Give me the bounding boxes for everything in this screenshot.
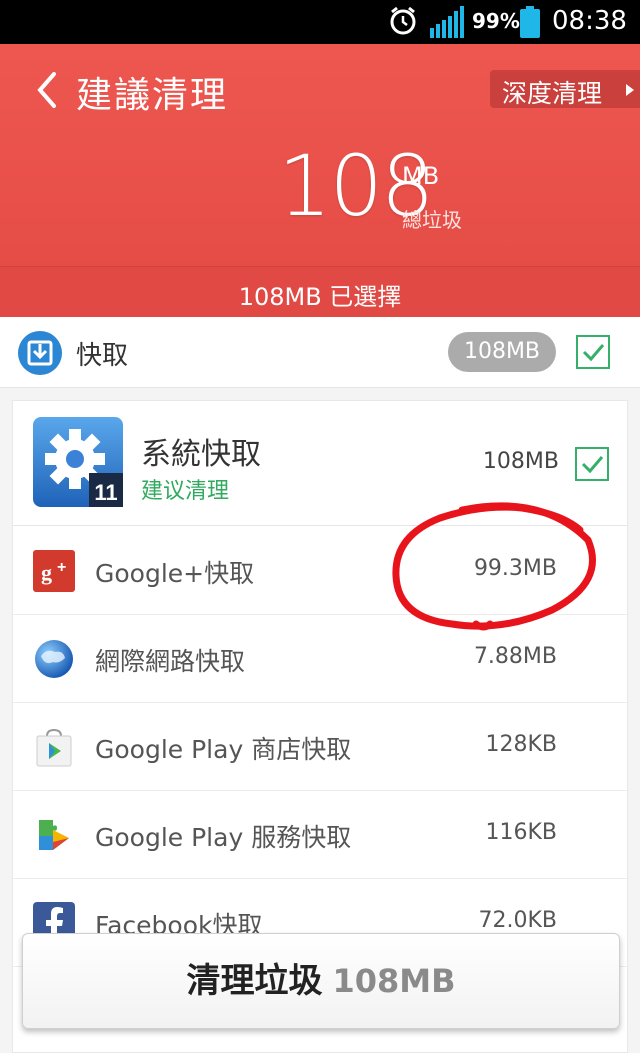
cache-section-size: 108MB (448, 332, 556, 372)
download-icon (18, 331, 62, 375)
system-cache-subtitle: 建议清理 (141, 479, 230, 504)
checkmark-icon (582, 344, 605, 362)
item-size: 7.88MB (473, 644, 557, 669)
annotation-circle (392, 502, 596, 631)
svg-text:+: + (57, 559, 66, 576)
selected-summary-text: 108MB 已選擇 (238, 283, 402, 311)
alarm-clock-icon (390, 6, 416, 35)
item-size: 72.0KB (478, 908, 557, 933)
deep-clean-label: 深度清理 (502, 79, 603, 108)
clean-junk-label: 清理垃圾 (186, 961, 323, 1001)
item-name: Google+快取 (95, 559, 255, 588)
battery-icon (520, 6, 540, 38)
list-item[interactable]: Google Play 商店快取 128KB (13, 702, 627, 791)
item-size: 116KB (485, 820, 557, 845)
total-junk-unit: MB (402, 162, 440, 190)
item-size: 128KB (485, 732, 557, 757)
clean-junk-amount: 108MB (332, 962, 456, 1000)
system-cache-size: 108MB (482, 449, 559, 474)
globe-icon (35, 640, 73, 678)
gear-icon: 11 (33, 417, 123, 507)
gear-icon-badge: 11 (94, 480, 117, 505)
page-title: 建議清理 (76, 75, 229, 116)
chevron-right-icon (626, 84, 634, 96)
checkmark-icon (581, 456, 604, 474)
battery-percent: 99% (472, 9, 520, 33)
system-cache-title: 系統快取 (141, 437, 261, 472)
google-plus-icon: g + (33, 550, 75, 592)
clock-time: 08:38 (552, 6, 627, 36)
status-bar: 99% 08:38 (0, 0, 640, 44)
item-name: Google Play 商店快取 (95, 735, 352, 764)
signal-icon (430, 6, 464, 38)
deep-clean-button[interactable]: 深度清理 (490, 70, 640, 108)
total-junk-label: 總垃圾 (402, 208, 462, 232)
cache-section-header[interactable]: 快取 108MB (0, 317, 640, 388)
selected-summary-bar: 108MB 已選擇 (0, 266, 640, 317)
header: 建議清理 深度清理 108 MB 總垃圾 108MB 已選擇 (0, 44, 640, 317)
list-item[interactable]: Google Play 服務快取 116KB (13, 790, 627, 879)
play-services-icon (39, 820, 69, 850)
back-arrow-icon[interactable] (34, 70, 60, 110)
svg-text:g: g (41, 560, 52, 585)
item-name: Google Play 服務快取 (95, 823, 352, 852)
item-name: 網際網路快取 (95, 647, 246, 676)
play-store-icon (36, 728, 72, 767)
cache-section-label: 快取 (76, 341, 129, 371)
system-cache-checkbox[interactable] (575, 447, 609, 481)
clean-junk-button[interactable]: 清理垃圾 108MB (22, 933, 620, 1029)
cache-section-checkbox[interactable] (576, 335, 610, 369)
